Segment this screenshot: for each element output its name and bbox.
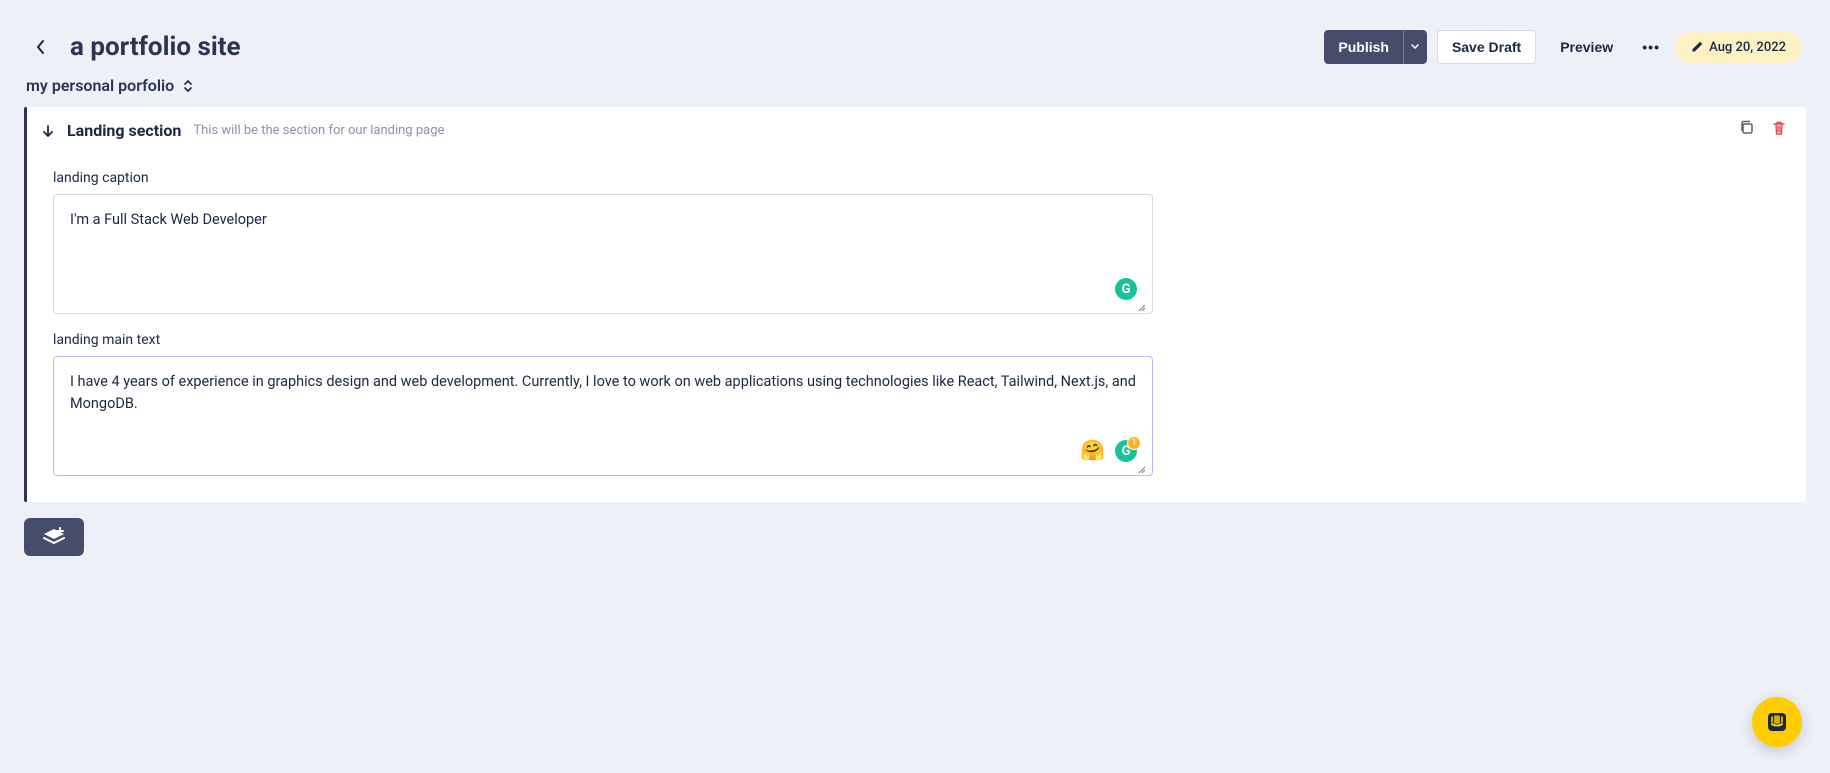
grammarly-badge: 1 bbox=[1127, 436, 1141, 450]
page-title: a portfolio site bbox=[70, 32, 241, 62]
arrow-down-icon bbox=[41, 124, 55, 138]
chevron-left-icon bbox=[35, 39, 45, 55]
schedule-date-chip[interactable]: Aug 20, 2022 bbox=[1675, 32, 1802, 63]
intercom-chat-button[interactable] bbox=[1752, 697, 1802, 747]
publish-dropdown-button[interactable] bbox=[1403, 30, 1427, 64]
resize-handle-icon[interactable] bbox=[1137, 302, 1147, 316]
selector-icon[interactable] bbox=[182, 78, 194, 94]
hug-emoji-icon[interactable]: 🤗 bbox=[1080, 438, 1105, 462]
section-card: Landing section This will be the section… bbox=[24, 107, 1806, 502]
landing-caption-input[interactable] bbox=[53, 194, 1153, 314]
back-button[interactable] bbox=[28, 35, 52, 59]
caret-down-icon bbox=[1411, 44, 1419, 50]
add-layer-icon bbox=[41, 526, 67, 548]
delete-section-button[interactable] bbox=[1770, 119, 1788, 137]
field-label-maintext: landing main text bbox=[53, 332, 1784, 348]
preview-button[interactable]: Preview bbox=[1546, 30, 1627, 64]
add-section-button[interactable] bbox=[24, 518, 84, 556]
section-description: This will be the section for our landing… bbox=[193, 123, 444, 138]
model-selector-label[interactable]: my personal porfolio bbox=[26, 76, 174, 95]
trash-icon bbox=[1771, 120, 1787, 136]
field-label-caption: landing caption bbox=[53, 170, 1784, 186]
resize-handle-icon[interactable] bbox=[1137, 464, 1147, 478]
more-options-button[interactable]: ••• bbox=[1637, 30, 1665, 64]
ellipsis-icon: ••• bbox=[1642, 39, 1660, 55]
copy-icon bbox=[1739, 120, 1755, 136]
landing-main-text-input[interactable] bbox=[53, 356, 1153, 476]
save-draft-button[interactable]: Save Draft bbox=[1437, 30, 1536, 64]
grammarly-icon[interactable]: G bbox=[1115, 278, 1137, 300]
section-title: Landing section bbox=[67, 121, 181, 140]
pencil-icon bbox=[1691, 41, 1703, 53]
copy-section-button[interactable] bbox=[1738, 119, 1756, 137]
intercom-icon bbox=[1765, 710, 1789, 734]
publish-button[interactable]: Publish bbox=[1324, 30, 1403, 64]
schedule-date-label: Aug 20, 2022 bbox=[1709, 40, 1786, 55]
